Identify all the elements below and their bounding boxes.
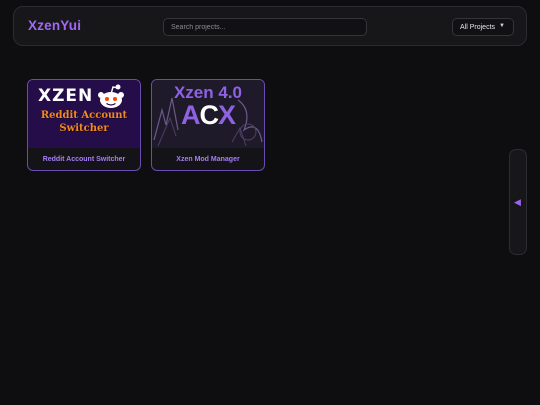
acx-letter-a: A	[180, 100, 200, 130]
project-title: Reddit Account Switcher	[42, 155, 126, 163]
xzen-logo-text: XZEN	[38, 86, 94, 106]
project-filter-select[interactable]: All Projects ▼	[452, 18, 514, 36]
brand-logo[interactable]: XzenYui	[28, 18, 81, 33]
chevron-left-icon[interactable]: ◀	[514, 197, 521, 208]
project-thumbnail: Xzen 4.0 ACX	[152, 80, 264, 148]
project-title: Xzen Mod Manager	[176, 155, 240, 163]
acx-letter-c: C	[199, 100, 218, 130]
reddit-alien-icon	[98, 84, 124, 108]
project-card-reddit-account-switcher[interactable]: XZEN Reddit Account Switcher Reddit Acco…	[27, 79, 141, 171]
thumbnail-banner: Reddit Account Switcher	[28, 110, 140, 135]
chevron-down-icon: ▼	[499, 23, 505, 29]
project-thumbnail: XZEN Reddit Account Switcher	[28, 80, 140, 148]
acx-letter-x: X	[217, 100, 236, 130]
top-bar: XzenYui All Projects ▼	[13, 6, 527, 46]
project-card-xzen-mod-manager[interactable]: Xzen 4.0 ACX Xzen Mod Manager	[151, 79, 265, 171]
banner-line-1: Reddit Account	[40, 110, 128, 121]
banner-line-2: Switcher	[59, 122, 109, 134]
side-panel: ◀	[509, 149, 527, 255]
filter-selected-label: All Projects	[460, 23, 496, 31]
acx-logo: ACX	[152, 100, 264, 131]
search-input[interactable]	[163, 18, 367, 36]
